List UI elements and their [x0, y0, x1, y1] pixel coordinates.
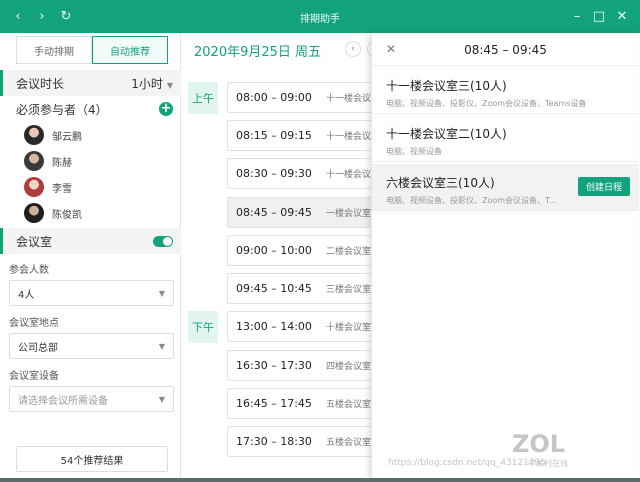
- room-name: 十一楼会议室三(10人): [386, 79, 507, 93]
- time-slot[interactable]: 17:30 – 18:30 五楼会议室: [227, 426, 371, 457]
- attendees-header: 必须参与者（4） +: [0, 96, 181, 122]
- room-row: 会议室: [0, 228, 181, 254]
- room-toggle[interactable]: [153, 235, 173, 247]
- attendee-count-label: 参会人数: [9, 265, 49, 276]
- room-label: 会议室: [16, 234, 53, 249]
- time-slot[interactable]: 16:30 – 17:30 四楼会议室: [227, 350, 371, 381]
- slot-time: 09:00 – 10:00: [236, 244, 312, 257]
- room-features: 电脑、视频设备、投影仪、Zoom会议设备、Teams设备: [386, 99, 587, 108]
- duration-label: 会议时长: [16, 76, 65, 91]
- attendee-count-select[interactable]: 4人 ▼: [9, 280, 174, 306]
- avatar: [24, 203, 44, 223]
- title-bar: ‹ › ↻ 排期助手 – □ ✕: [0, 0, 640, 33]
- window-title: 排期助手: [300, 14, 340, 25]
- location-select[interactable]: 公司总部 ▼: [9, 333, 174, 359]
- slot-time: 09:45 – 10:45: [236, 282, 312, 295]
- time-slot[interactable]: 08:00 – 09:00 十一楼会议: [227, 82, 371, 113]
- slot-room: 五楼会议室: [326, 438, 371, 448]
- slot-room: 十一楼会议: [326, 94, 371, 104]
- app-window: ‹ › ↻ 排期助手 – □ ✕ 手动排期 自动推荐 会议时长 1小时 ▼ 必须参…: [0, 0, 640, 478]
- panel-title: 08:45 – 09:45: [464, 43, 547, 57]
- minimize-icon[interactable]: –: [569, 8, 585, 24]
- mode-tabs: 手动排期 自动推荐: [16, 36, 168, 64]
- chevron-down-icon: ▼: [158, 288, 165, 298]
- attendee-item: 陈俊凯: [24, 201, 82, 225]
- time-slot[interactable]: 09:00 – 10:00 二楼会议室: [227, 235, 371, 266]
- time-slot[interactable]: 16:45 – 17:45 五楼会议室: [227, 388, 371, 419]
- time-slot[interactable]: 09:45 – 10:45 三楼会议室: [227, 273, 371, 304]
- room-features: 电脑、视频设备: [386, 147, 442, 156]
- attendee-name: 陈俊凯: [52, 209, 82, 221]
- chevron-down-icon: ▼: [166, 80, 173, 90]
- maximize-icon[interactable]: □: [591, 8, 607, 24]
- tab-auto[interactable]: 自动推荐: [92, 36, 168, 64]
- attendee-item: 李雪: [24, 175, 72, 199]
- room-detail-panel: ✕ 08:45 – 09:45 十一楼会议室三(10人) 电脑、视频设备、投影仪…: [371, 33, 639, 478]
- room-name: 十一楼会议室二(10人): [386, 127, 507, 141]
- slot-room: 二楼会议室: [326, 247, 371, 257]
- slot-time: 08:00 – 09:00: [236, 91, 312, 104]
- chevron-down-icon: ▼: [158, 341, 165, 351]
- close-icon[interactable]: ✕: [614, 8, 630, 24]
- left-sidebar: 手动排期 自动推荐 会议时长 1小时 ▼ 必须参与者（4） + 邹云鹏 陈赫 李雪…: [0, 33, 181, 478]
- time-slot[interactable]: 13:00 – 14:00 十楼会议室: [227, 311, 371, 342]
- slot-room: 十楼会议室: [326, 323, 371, 333]
- slot-room: 十一楼会议: [326, 170, 371, 180]
- slot-room: 一楼会议室: [326, 209, 371, 219]
- slot-time: 08:15 – 09:15: [236, 129, 312, 142]
- room-features: 电脑、视频设备、投影仪、Zoom会议设备、T...: [386, 196, 557, 205]
- schedule-list: 2020年9月25日 周五 ‹ › 上午 下午 08:00 – 09:00十一楼…: [181, 33, 371, 478]
- slot-room: 四楼会议室: [326, 362, 371, 372]
- location-label: 会议室地点: [9, 318, 59, 329]
- room-option-selected[interactable]: 六楼会议室三(10人) 电脑、视频设备、投影仪、Zoom会议设备、T... 创建…: [372, 164, 639, 211]
- plus-icon[interactable]: +: [159, 102, 173, 116]
- attendee-item: 邹云鹏: [24, 123, 82, 147]
- equipment-select[interactable]: 请选择会议所需设备 ▼: [9, 386, 174, 412]
- time-slot[interactable]: 08:15 – 09:15 十一楼会议: [227, 120, 371, 151]
- attendee-name: 邹云鹏: [52, 131, 82, 143]
- slot-time: 13:00 – 14:00: [236, 320, 312, 333]
- tab-manual[interactable]: 手动排期: [16, 36, 92, 64]
- watermark-logo: ZOL: [512, 430, 566, 458]
- slot-time: 16:45 – 17:45: [236, 397, 312, 410]
- equipment-label: 会议室设备: [9, 371, 59, 382]
- panel-header: ✕ 08:45 – 09:45: [372, 33, 639, 66]
- duration-row[interactable]: 会议时长 1小时 ▼: [0, 70, 181, 96]
- attendee-name: 陈赫: [52, 157, 72, 169]
- am-label: 上午: [188, 82, 218, 114]
- slot-room: 三楼会议室: [326, 285, 371, 295]
- room-option[interactable]: 十一楼会议室三(10人) 电脑、视频设备、投影仪、Zoom会议设备、Teams设…: [372, 67, 639, 114]
- time-slot-selected[interactable]: 08:45 – 09:45 一楼会议室: [227, 197, 371, 228]
- avatar: [24, 125, 44, 145]
- attendee-name: 李雪: [52, 183, 72, 195]
- chevron-down-icon: ▼: [158, 394, 165, 404]
- pm-label: 下午: [188, 311, 218, 343]
- slot-room: 十一楼会议: [326, 132, 371, 142]
- slot-time: 17:30 – 18:30: [236, 435, 312, 448]
- room-option[interactable]: 十一楼会议室二(10人) 电脑、视频设备: [372, 115, 639, 162]
- slot-time: 08:45 – 09:45: [236, 206, 312, 219]
- attendees-label: 必须参与者（4）: [16, 102, 108, 117]
- attendee-item: 陈赫: [24, 149, 72, 173]
- create-event-button[interactable]: 创建日程: [578, 177, 630, 196]
- time-slot[interactable]: 08:30 – 09:30 十一楼会议: [227, 158, 371, 189]
- watermark-url: https://blog.csdn.net/qq_43121795: [388, 458, 547, 468]
- slot-time: 08:30 – 09:30: [236, 167, 312, 180]
- slot-room: 五楼会议室: [326, 400, 371, 410]
- avatar: [24, 151, 44, 171]
- results-button[interactable]: 54个推荐结果: [16, 446, 168, 472]
- slot-time: 16:30 – 17:30: [236, 359, 312, 372]
- avatar: [24, 177, 44, 197]
- duration-select[interactable]: 1小时 ▼: [131, 75, 173, 92]
- chevron-left-icon[interactable]: ‹: [345, 41, 361, 57]
- current-date: 2020年9月25日 周五: [194, 45, 322, 60]
